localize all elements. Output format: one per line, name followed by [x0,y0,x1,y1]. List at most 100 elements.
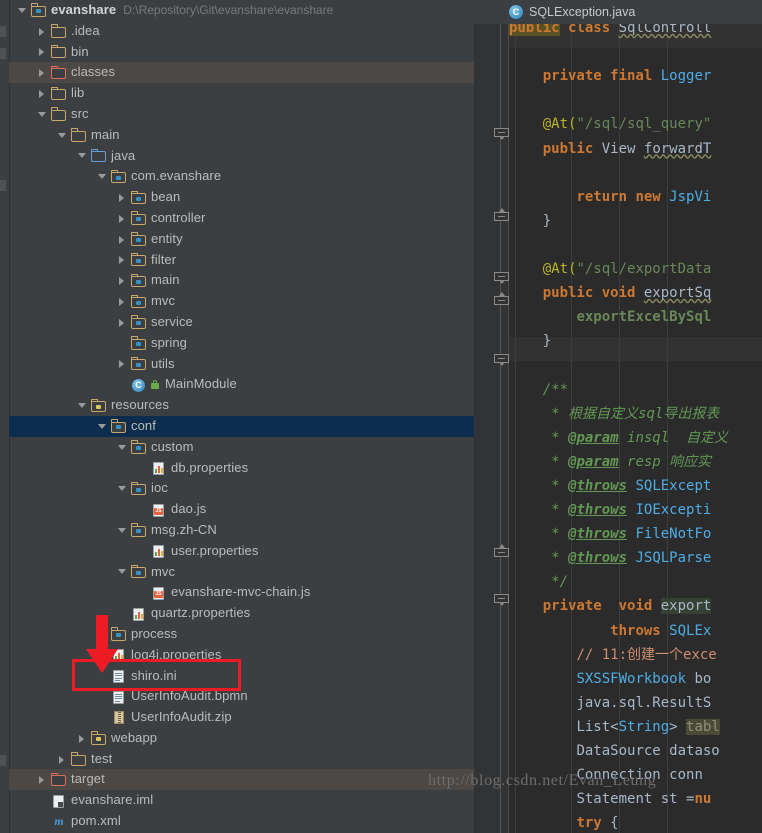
tree-row-service[interactable]: service [9,312,474,333]
chevron-right-icon[interactable] [37,67,48,78]
package-icon [131,231,147,247]
tree-row-label: resources [111,397,169,413]
project-tree[interactable]: evanshare D:\Repository\Git\evanshare\eva… [9,0,474,833]
tree-row-filter[interactable]: filter [9,250,474,271]
tree-row-label: bin [71,43,89,59]
tree-row-evanshare[interactable]: evanshare D:\Repository\Git\evanshare\eva… [9,0,474,21]
chevron-down-icon[interactable] [97,421,108,432]
package-icon [131,356,147,372]
tree-row-process[interactable]: process [9,624,474,645]
tree-row-mainmodule[interactable]: C MainModule [9,374,474,395]
chevron-right-icon[interactable] [77,733,88,744]
fold-marker-close[interactable] [494,544,509,559]
tree-row-mvc[interactable]: mvc [9,562,474,583]
chevron-right-icon[interactable] [57,754,68,765]
editor-tab-sqlexception[interactable]: C SQLException.java [501,0,644,24]
excluded-folder-icon [51,772,67,788]
chevron-right-icon[interactable] [117,317,128,328]
tree-row-bin[interactable]: bin [9,42,474,63]
chevron-down-icon[interactable] [117,442,128,453]
chevron-right-icon[interactable] [37,774,48,785]
tree-row-mvc[interactable]: mvc [9,291,474,312]
javascript-file-icon: JS [151,585,167,601]
code-content[interactable]: public class SqlControll private final L… [509,24,762,833]
fold-marker-close[interactable] [494,208,509,223]
tree-row-custom[interactable]: custom [9,437,474,458]
chevron-down-icon[interactable] [117,566,128,577]
fold-marker-open[interactable] [494,272,509,284]
chevron-down-icon[interactable] [37,109,48,120]
chevron-right-icon[interactable] [117,192,128,203]
tree-row-label: test [91,750,113,766]
chevron-right-icon[interactable] [97,629,108,640]
tree-row-com-evanshare[interactable]: com.evanshare [9,166,474,187]
chevron-down-icon[interactable] [77,150,88,161]
folder-icon [51,44,67,60]
tree-row-user-properties[interactable]: user.properties [9,541,474,562]
tree-row-resources[interactable]: resources [9,395,474,416]
tree-row-webapp[interactable]: webapp [9,728,474,749]
code-line: List<String> tabl [576,718,720,735]
folder-icon [71,751,87,767]
chevron-right-icon[interactable] [37,88,48,99]
tree-row-lib[interactable]: lib [9,83,474,104]
tree-row-db-properties[interactable]: db.properties [9,458,474,479]
chevron-down-icon[interactable] [17,5,28,16]
chevron-right-icon[interactable] [37,46,48,57]
tree-row-test[interactable]: test [9,749,474,770]
tree-row-utils[interactable]: utils [9,354,474,375]
tree-row-spring[interactable]: spring [9,333,474,354]
java-class-icon: C [509,5,523,19]
tree-row-pom-xml[interactable]: m pom.xml [9,811,474,832]
chevron-down-icon[interactable] [117,525,128,536]
tree-row-java[interactable]: java [9,146,474,167]
tree-row-target[interactable]: target [9,769,474,791]
chevron-right-icon[interactable] [117,275,128,286]
chevron-right-icon[interactable] [117,358,128,369]
tree-row-label: evanshare [51,2,117,17]
folder-icon [71,127,87,143]
tree-row-main[interactable]: main [9,270,474,291]
tree-row-ioc[interactable]: ioc [9,478,474,499]
code-line: Statement st =nu [576,791,712,808]
fold-marker-open[interactable] [494,594,509,606]
tree-row-dao-js[interactable]: JS dao.js [9,499,474,520]
tree-row-classes[interactable]: classes [9,62,474,84]
editor-gutter[interactable] [474,24,509,833]
package-icon [111,418,127,434]
tree-row-label: bean [151,189,181,205]
tree-row-conf[interactable]: conf [9,415,474,437]
tree-row-msg-zh-cn[interactable]: msg.zh-CN [9,520,474,541]
code-line: @At("/sql/sql_query" [542,116,712,133]
tree-row-shiro-ini[interactable]: shiro.ini [9,666,474,687]
chevron-right-icon[interactable] [117,234,128,245]
fold-marker-open[interactable] [494,128,509,140]
chevron-down-icon[interactable] [57,130,68,141]
chevron-down-icon[interactable] [77,400,88,411]
tree-row-label: mvc [151,293,176,309]
chevron-right-icon[interactable] [117,213,128,224]
resource-root-folder-icon [91,398,107,414]
tree-row-bean[interactable]: bean [9,187,474,208]
tree-row-src[interactable]: src [9,104,474,125]
tree-row-controller[interactable]: controller [9,208,474,229]
chevron-right-icon[interactable] [37,26,48,37]
tree-row-userinfoaudit-zip[interactable]: UserInfoAudit.zip [9,707,474,728]
tree-row-evanshare-mvc-chain-js[interactable]: JS evanshare-mvc-chain.js [9,582,474,603]
tree-row-entity[interactable]: entity [9,229,474,250]
tree-row-quartz-properties[interactable]: quartz.properties [9,603,474,624]
chevron-down-icon[interactable] [97,171,108,182]
tree-row--idea[interactable]: .idea [9,21,474,42]
tree-row-main[interactable]: main [9,125,474,146]
fold-marker-close[interactable] [494,292,509,307]
chevron-right-icon[interactable] [117,254,128,265]
tree-row-userinfoaudit-bpmn[interactable]: UserInfoAudit.bpmn [9,686,474,707]
fold-marker-open[interactable] [494,354,509,366]
chevron-right-icon[interactable] [117,296,128,307]
tree-row-log4j-properties[interactable]: log4j.properties [9,645,474,666]
tree-row-evanshare-iml[interactable]: evanshare.iml [9,790,474,811]
code-line: * @throws IOExcepti [551,502,712,518]
chevron-down-icon[interactable] [117,483,128,494]
